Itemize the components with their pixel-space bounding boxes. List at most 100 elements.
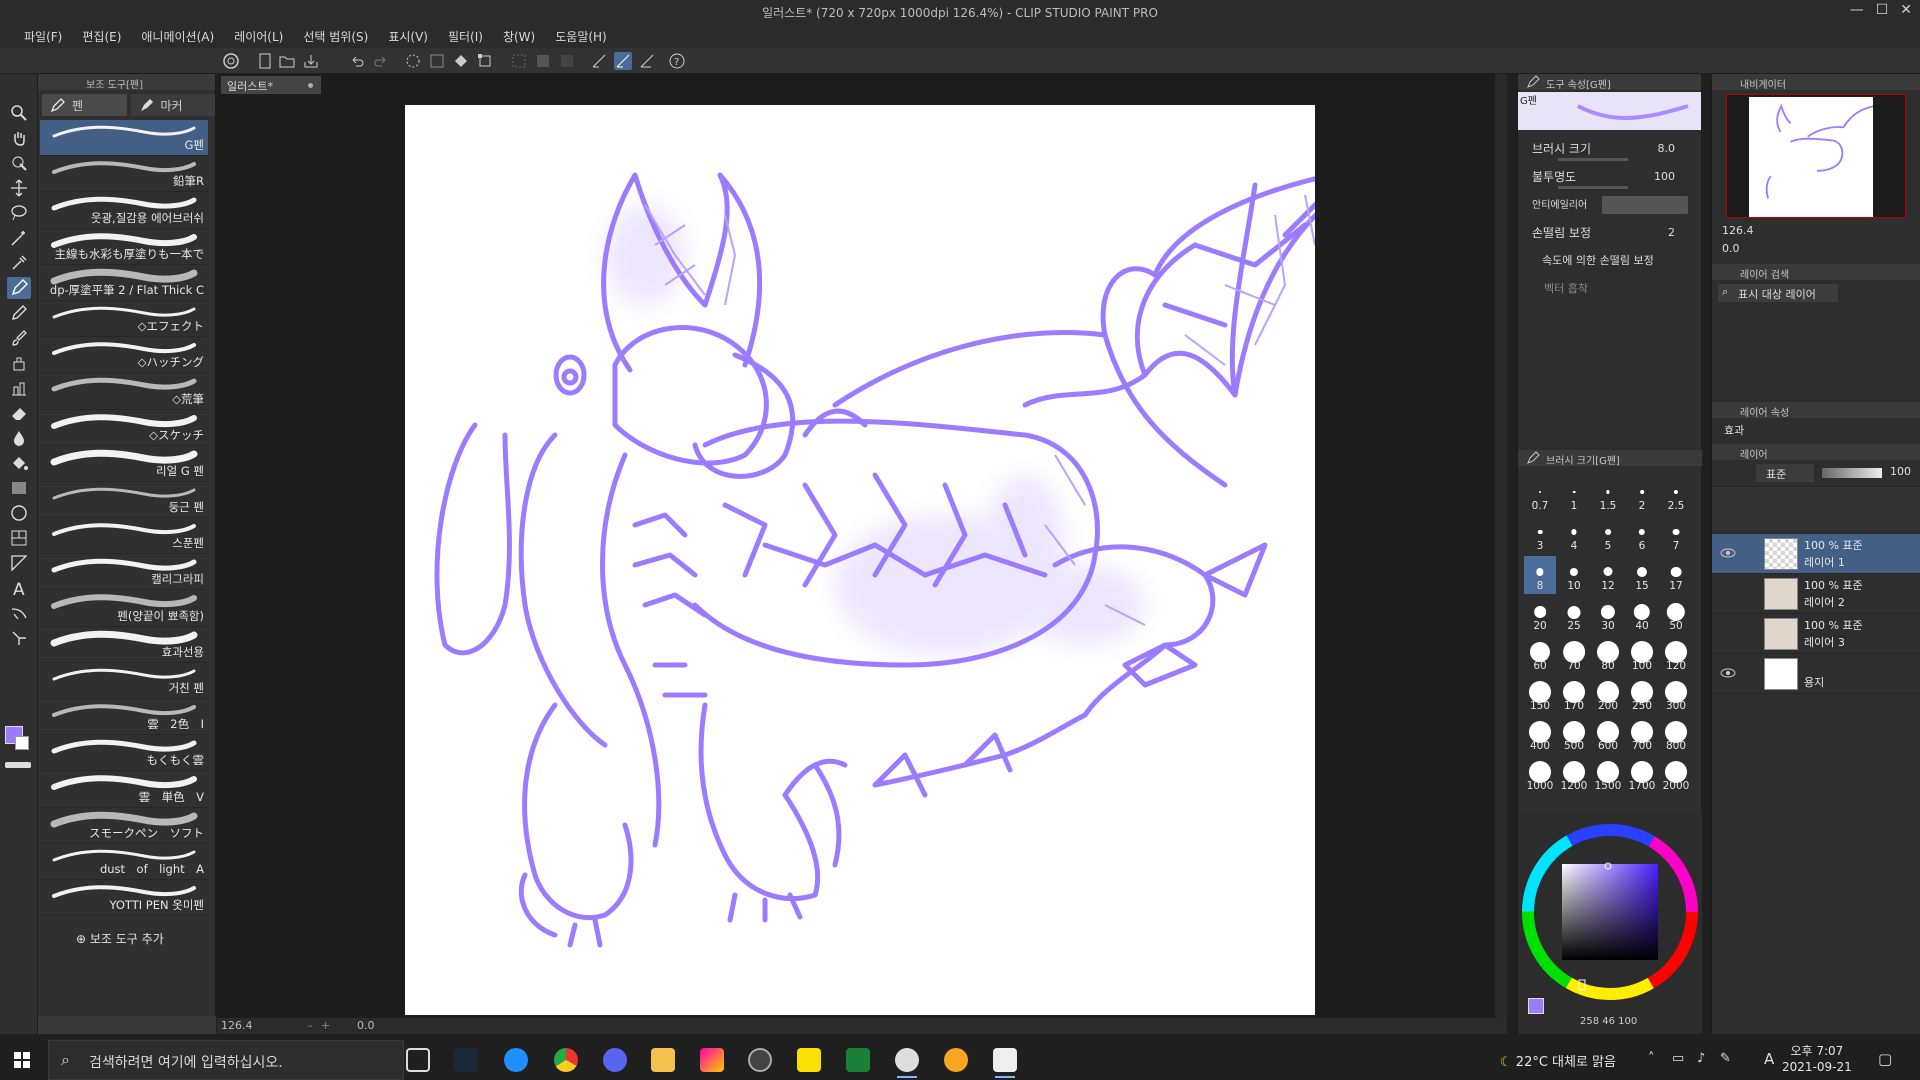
snap-special-ruler-icon[interactable] — [614, 52, 632, 70]
brush-size-preset[interactable]: 500 — [1558, 716, 1590, 754]
eye-icon[interactable] — [1720, 666, 1736, 680]
brush-size-preset[interactable]: 2.5 — [1660, 476, 1692, 514]
brush-item[interactable]: 雲 単色 V — [40, 771, 208, 808]
canvas-vertical-scrollbar[interactable] — [1495, 74, 1507, 1018]
layer-row[interactable]: 용지 — [1712, 654, 1920, 694]
brush-item[interactable]: dp-厚塗平筆 2 / Flat Thick C — [40, 265, 208, 301]
frame-tool-icon[interactable] — [7, 527, 31, 549]
brush-size-preset[interactable]: 8 — [1524, 556, 1556, 594]
edge-icon[interactable] — [504, 1048, 528, 1072]
brush-item[interactable]: ◇ハッチング — [40, 337, 208, 374]
redo-icon[interactable] — [372, 52, 390, 70]
save-icon[interactable] — [302, 52, 320, 70]
clear-outside-icon[interactable] — [428, 52, 446, 70]
transform-icon[interactable] — [476, 52, 494, 70]
minimize-button[interactable]: — — [1850, 2, 1864, 18]
canvas-area[interactable]: 일러스트* 126.4 – + 0.0 — [217, 74, 1507, 1034]
zoom-tool-icon[interactable] — [7, 102, 31, 124]
speaker-icon[interactable]: ♪ — [1697, 1051, 1705, 1066]
blend-tool-icon[interactable] — [7, 427, 31, 449]
color-wheel[interactable] — [1518, 820, 1702, 1006]
menu-file[interactable]: 파일(F) — [14, 24, 72, 48]
snap-ruler-icon[interactable] — [590, 52, 608, 70]
chrome-icon[interactable] — [554, 1048, 578, 1072]
navigator-zoom[interactable]: 126.4 — [1722, 224, 1754, 237]
move-layer-icon[interactable] — [7, 177, 31, 199]
brush-size-preset[interactable]: 120 — [1660, 636, 1692, 674]
brush-item[interactable]: ◇荒筆 — [40, 373, 208, 410]
brush-size-preset[interactable]: 1000 — [1524, 756, 1556, 794]
taskbar-search-box[interactable]: ⌕ 검색하려면 여기에 입력하십시오. — [48, 1040, 404, 1080]
brush-item[interactable]: 효과선용 — [40, 627, 208, 663]
brush-item[interactable]: 스푼펜 — [40, 518, 208, 555]
vector-snap-row[interactable]: 벡터 흡착 — [1518, 276, 1701, 304]
brush-size-preset[interactable]: 4 — [1558, 516, 1590, 554]
document-tab[interactable]: 일러스트* — [221, 76, 321, 94]
zoom-readout[interactable]: 126.4 — [221, 1019, 253, 1032]
photo-app-icon[interactable] — [700, 1048, 724, 1072]
zoom-out-icon[interactable]: – — [307, 1019, 313, 1032]
brush-size-preset[interactable]: 1500 — [1592, 756, 1624, 794]
speed-stabilization-row[interactable]: 속도에 의한 손떨림 보정 — [1518, 248, 1701, 276]
brush-size-preset[interactable]: 1700 — [1626, 756, 1658, 794]
operation-tool-icon[interactable] — [7, 152, 31, 174]
snap-grid-icon[interactable] — [638, 52, 656, 70]
open-file-icon[interactable] — [278, 52, 296, 70]
ruler-tool-icon[interactable] — [7, 552, 31, 574]
menu-layer[interactable]: 레이어(L) — [224, 24, 293, 48]
layer-opacity-slider[interactable] — [1822, 468, 1882, 478]
blend-mode-select[interactable]: 표준 — [1756, 464, 1814, 482]
brush-size-preset[interactable]: 2000 — [1660, 756, 1692, 794]
brush-size-preset[interactable]: 800 — [1660, 716, 1692, 754]
brush-item[interactable]: 웃광,질감용 에어브러쉬 — [40, 192, 208, 229]
pen-input-icon[interactable]: ✎ — [1720, 1051, 1731, 1066]
eraser-tool-icon[interactable] — [7, 402, 31, 424]
rotation-readout[interactable]: 0.0 — [357, 1019, 375, 1032]
eye-icon[interactable] — [1720, 546, 1736, 560]
correct-line-tool-icon[interactable] — [7, 627, 31, 649]
brush-size-preset[interactable]: 1.5 — [1592, 476, 1624, 514]
brush-item[interactable]: ◇スケッチ — [40, 410, 208, 446]
menu-help[interactable]: 도움말(H) — [545, 24, 617, 48]
brush-size-preset[interactable]: 80 — [1592, 636, 1624, 674]
menu-window[interactable]: 창(W) — [493, 24, 545, 48]
taskbar-weather[interactable]: ☾ 22°C 대체로 맑음 — [1500, 1051, 1616, 1070]
brush-size-preset[interactable]: 1 — [1558, 476, 1590, 514]
brush-size-preset[interactable]: 400 — [1524, 716, 1556, 754]
new-file-icon[interactable] — [256, 52, 274, 70]
brush-size-preset[interactable]: 12 — [1592, 556, 1624, 594]
brush-size-preset[interactable]: 70 — [1558, 636, 1590, 674]
brush-size-preset[interactable]: 30 — [1592, 596, 1624, 634]
hand-tool-icon[interactable] — [7, 127, 31, 149]
clear-icon[interactable] — [404, 52, 422, 70]
brush-size-preset[interactable]: 100 — [1626, 636, 1658, 674]
character-app-icon[interactable] — [944, 1048, 968, 1072]
brush-size-preset[interactable]: 7 — [1660, 516, 1692, 554]
brush-size-preset[interactable]: 600 — [1592, 716, 1624, 754]
tab-marker[interactable]: 마커 — [130, 94, 215, 116]
brush-size-preset[interactable]: 5 — [1592, 516, 1624, 554]
taskbar-clock[interactable]: 오후 7:07 2021-09-21 — [1782, 1043, 1852, 1075]
clip-studio-icon[interactable] — [222, 52, 240, 70]
menu-filter[interactable]: 필터(I) — [438, 24, 493, 48]
brush-item[interactable]: もくもく雲 — [40, 735, 208, 772]
brush-size-preset[interactable]: 700 — [1626, 716, 1658, 754]
antialias-selector[interactable] — [1602, 196, 1688, 214]
brush-size-preset[interactable]: 10 — [1558, 556, 1590, 594]
menu-animation[interactable]: 애니메이션(A) — [131, 24, 224, 48]
brush-size-preset[interactable]: 17 — [1660, 556, 1692, 594]
drawing-canvas[interactable] — [405, 105, 1388, 1015]
undo-icon[interactable] — [348, 52, 366, 70]
layer-opacity-value[interactable]: 100 — [1890, 465, 1911, 478]
brush-size-preset[interactable]: 0.7 — [1524, 476, 1556, 514]
brush-item[interactable]: 캘리그라피 — [40, 554, 208, 591]
stabilization-value[interactable]: 2 — [1668, 226, 1675, 239]
layer-search-target[interactable]: ⌕ 표시 대상 레이어 — [1718, 284, 1838, 302]
brush-size-preset[interactable]: 15 — [1626, 556, 1658, 594]
help-icon[interactable]: ? — [668, 52, 686, 70]
transparent-color-toggle[interactable] — [5, 762, 31, 768]
brush-size-preset[interactable]: 40 — [1626, 596, 1658, 634]
brush-size-preset[interactable]: 50 — [1660, 596, 1692, 634]
brush-size-preset[interactable]: 20 — [1524, 596, 1556, 634]
deselect-icon[interactable] — [510, 52, 528, 70]
